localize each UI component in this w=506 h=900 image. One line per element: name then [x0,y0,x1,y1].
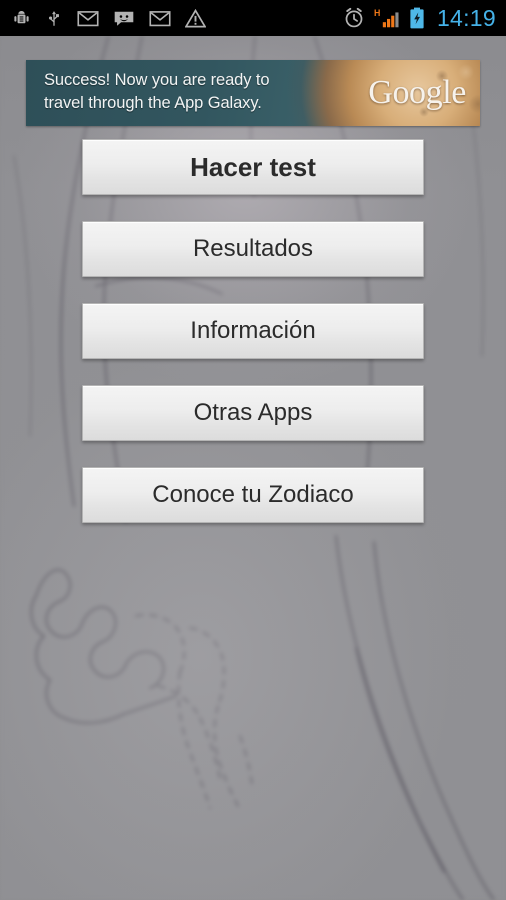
ad-copy-line1: Success! Now you are ready to [44,71,270,89]
sms-icon [113,9,135,28]
status-bar-system: H 14:19 [343,5,496,32]
google-logo: Google [368,74,466,111]
button-hacer-test[interactable]: Hacer test [82,139,424,195]
warning-icon [184,8,207,28]
button-otras-apps[interactable]: Otras Apps [82,385,424,441]
gmail-icon-2 [149,9,171,28]
android-debug-icon [12,9,31,28]
status-bar-clock: 14:19 [436,4,496,31]
ad-copy-line2: travel through the App Galaxy. [44,94,262,112]
usb-icon [45,9,63,28]
button-conoce-tu-zodiaco[interactable]: Conoce tu Zodiaco [82,467,424,523]
button-resultados[interactable]: Resultados [82,221,424,277]
signal-bars-icon: H [374,7,400,29]
ad-copy: Success! Now you are ready to travel thr… [44,69,344,115]
gmail-icon [77,9,99,28]
google-ad-banner[interactable]: Success! Now you are ready to travel thr… [26,60,480,126]
alarm-clock-icon [343,7,365,29]
main-menu: Hacer test Resultados Información Otras … [82,139,424,523]
button-informacion[interactable]: Información [82,303,424,359]
svg-text:H: H [374,8,380,18]
phone-screen: H 14:19 Success! Now you are ready to tr… [0,0,506,900]
battery-charging-icon [409,7,425,29]
status-bar-notifications [12,8,343,28]
status-bar: H 14:19 [0,0,506,36]
